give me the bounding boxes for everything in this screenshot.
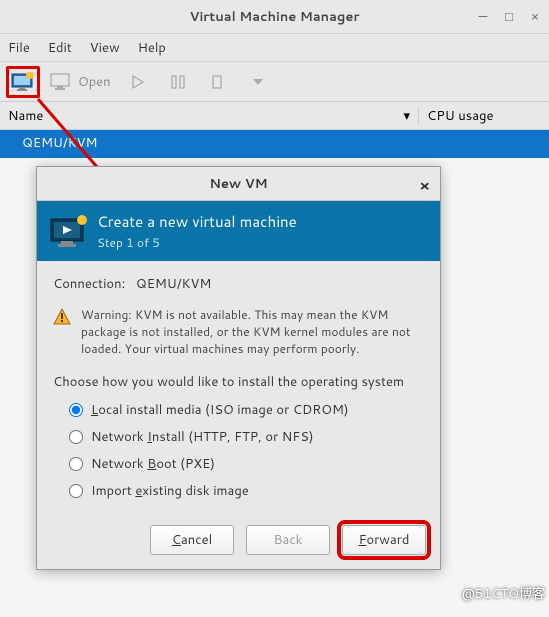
warning-text: Warning: KVM is not available. This may … [81, 307, 424, 357]
option-network-boot[interactable]: Network Boot (PXE) [69, 455, 424, 473]
column-name-label: Name [8, 107, 43, 125]
dropdown-button[interactable] [241, 66, 275, 98]
main-window: Virtual Machine Manager — □ × File Edit … [0, 0, 549, 158]
play-icon [131, 75, 145, 89]
window-title: Virtual Machine Manager [190, 8, 360, 26]
connection-label: Connection: [53, 275, 125, 293]
vm-list-row-selected[interactable]: QEMU/KVM [0, 130, 549, 158]
chevron-down-icon [252, 77, 264, 87]
back-label: Back [274, 531, 303, 549]
shutdown-button[interactable] [201, 66, 235, 98]
column-name[interactable]: Name ▾ [0, 107, 419, 125]
dialog-body: Connection: QEMU/KVM Warning: KVM is not… [37, 261, 440, 515]
titlebar: Virtual Machine Manager — □ × [0, 0, 549, 34]
new-vm-dialog: New VM × Create a new virtual machine St… [36, 166, 441, 570]
open-vm-button[interactable]: Open [46, 73, 115, 91]
vm-row-label: QEMU/KVM [22, 134, 97, 152]
connection-row: Connection: QEMU/KVM [53, 275, 424, 293]
monitor-new-icon [11, 72, 35, 92]
new-vm-button[interactable] [6, 66, 40, 98]
option-network-boot-label: Network Boot (PXE) [91, 455, 215, 473]
close-icon[interactable]: × [527, 8, 543, 26]
menu-help[interactable]: Help [138, 39, 166, 57]
radio-local-media[interactable] [69, 403, 83, 417]
dialog-banner: Create a new virtual machine Step 1 of 5 [37, 201, 440, 261]
menubar: File Edit View Help [0, 34, 549, 62]
cancel-label: Cancel [172, 531, 212, 549]
option-network-install-label: Network Install (HTTP, FTP, or NFS) [91, 428, 314, 446]
forward-button[interactable]: Forward [342, 525, 426, 555]
menu-edit[interactable]: Edit [48, 39, 72, 57]
cancel-button[interactable]: Cancel [150, 525, 234, 555]
warning-box: Warning: KVM is not available. This may … [53, 307, 424, 357]
dialog-buttons: Cancel Back Forward [37, 515, 440, 569]
column-cpu-label: CPU usage [427, 107, 493, 125]
vm-wizard-icon [49, 215, 85, 247]
warning-icon [53, 308, 71, 357]
radio-network-boot[interactable] [69, 457, 83, 471]
banner-heading: Create a new virtual machine [97, 211, 297, 232]
pause-icon [171, 75, 185, 89]
menu-view[interactable]: View [90, 39, 120, 57]
back-button[interactable]: Back [246, 525, 330, 555]
radio-network-install[interactable] [69, 430, 83, 444]
menu-file[interactable]: File [8, 39, 30, 57]
radio-import-image[interactable] [69, 484, 83, 498]
banner-text: Create a new virtual machine Step 1 of 5 [97, 211, 297, 251]
option-network-install[interactable]: Network Install (HTTP, FTP, or NFS) [69, 428, 424, 446]
dialog-titlebar: New VM × [37, 167, 440, 201]
column-headers: Name ▾ CPU usage [0, 102, 549, 130]
banner-step: Step 1 of 5 [97, 234, 297, 251]
maximize-icon[interactable]: □ [501, 8, 517, 26]
option-local-media[interactable]: Local install media (ISO image or CDROM) [69, 401, 424, 419]
minimize-icon[interactable]: — [475, 8, 491, 26]
monitor-open-icon [50, 73, 72, 91]
column-cpu-usage[interactable]: CPU usage [419, 107, 549, 125]
run-button[interactable] [121, 66, 155, 98]
dialog-close-button[interactable]: × [419, 175, 430, 196]
toolbar: Open [0, 62, 549, 102]
sort-desc-icon: ▾ [403, 107, 410, 125]
stop-icon [211, 75, 225, 89]
choose-label: Choose how you would like to install the… [53, 373, 424, 391]
watermark: @51CTO博客 [462, 583, 545, 603]
install-options: Local install media (ISO image or CDROM)… [53, 401, 424, 500]
forward-label: Forward [359, 531, 410, 549]
option-import-image-label: Import existing disk image [91, 482, 249, 500]
pause-button[interactable] [161, 66, 195, 98]
window-controls: — □ × [475, 0, 543, 34]
option-import-image[interactable]: Import existing disk image [69, 482, 424, 500]
connection-value: QEMU/KVM [136, 275, 211, 293]
open-label: Open [78, 73, 111, 91]
dialog-title: New VM [209, 175, 267, 193]
option-local-media-label: Local install media (ISO image or CDROM) [91, 401, 349, 419]
